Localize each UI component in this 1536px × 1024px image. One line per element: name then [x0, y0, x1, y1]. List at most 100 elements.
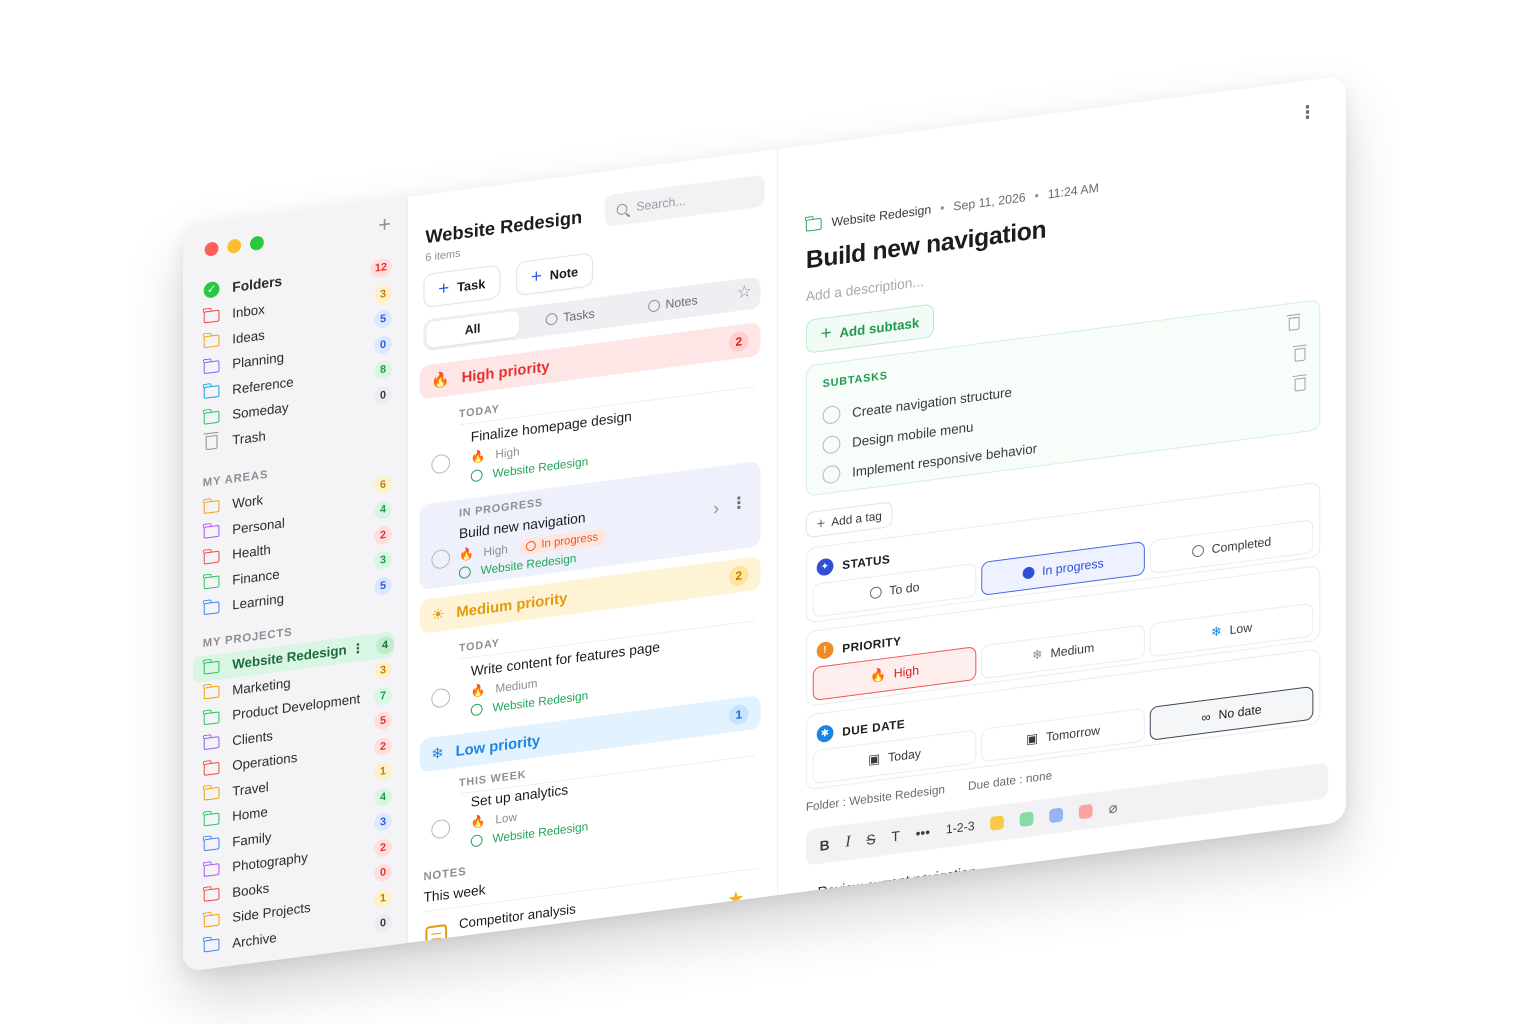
description-field[interactable]: Add a description...	[806, 273, 924, 304]
subtask-checkbox[interactable]	[822, 434, 841, 455]
tab-tasks[interactable]: Tasks	[519, 297, 622, 336]
color-swatch-green[interactable]	[1019, 811, 1034, 827]
italic-button[interactable]: I	[845, 833, 850, 852]
folder-icon	[203, 812, 220, 827]
search-input[interactable]: Search...	[604, 174, 765, 227]
color-swatch-red[interactable]	[1079, 803, 1093, 820]
status-icon: ✦	[816, 557, 834, 577]
filled-circle-icon	[1022, 566, 1035, 580]
task-checkbox[interactable]	[431, 548, 451, 570]
subtasks-heading: SUBTASKS	[822, 369, 888, 391]
group-count: 2	[728, 330, 749, 353]
folder-icon	[203, 938, 220, 953]
meta-due: Due date : none	[967, 768, 1053, 794]
sun-icon: ☀	[431, 605, 445, 625]
more-options-icon[interactable]: ⋮	[1299, 101, 1317, 124]
trash-icon[interactable]	[1288, 316, 1300, 331]
more-options-icon[interactable]: ⋮	[731, 492, 747, 514]
more-formatting-button[interactable]: •••	[916, 824, 931, 842]
priority-label: Medium	[495, 676, 538, 696]
breadcrumb-project[interactable]: Website Redesign	[831, 203, 931, 230]
color-swatch-yellow[interactable]	[990, 815, 1005, 831]
folder-icon	[203, 761, 220, 776]
notes-icon	[647, 299, 660, 313]
snowflake-icon: ❄	[1031, 646, 1043, 663]
zoom-window-button[interactable]	[250, 235, 264, 252]
option-label: No date	[1218, 702, 1262, 722]
bold-button[interactable]: B	[820, 837, 830, 854]
status-label: In progress	[541, 531, 599, 551]
favorite-star-icon[interactable]: ☆	[737, 281, 752, 303]
tab-label: Notes	[665, 293, 698, 312]
priority-label: Low	[495, 809, 518, 827]
chevron-right-icon[interactable]: ›	[713, 498, 719, 520]
trash-icon[interactable]	[1294, 347, 1306, 362]
task-checkbox[interactable]	[431, 453, 451, 475]
add-folder-icon[interactable]: +	[378, 211, 391, 238]
new-task-label: Task	[457, 275, 486, 295]
count-badge: 0	[374, 385, 392, 406]
folder-icon	[203, 359, 220, 374]
priority-label: High	[483, 542, 508, 560]
minimize-window-button[interactable]	[227, 238, 242, 254]
priority-option-low[interactable]: ❄ Low	[1149, 602, 1314, 658]
task-body[interactable]: Review current navigation Propose new st…	[818, 853, 1026, 972]
count-badge: 0	[374, 913, 392, 934]
numbered-list-button[interactable]: 1-2-3	[946, 819, 975, 837]
folder-icon	[203, 499, 220, 514]
color-swatch-blue[interactable]	[1049, 807, 1064, 824]
count-badge: 1	[374, 761, 392, 782]
folder-icon	[203, 685, 220, 700]
attachment-icon[interactable]: ⌀	[1109, 799, 1118, 817]
star-filled-icon[interactable]: ★	[727, 885, 745, 912]
subtask-checkbox[interactable]	[822, 464, 841, 485]
count-badge: 5	[374, 575, 392, 596]
flame-icon: 🔥	[470, 813, 486, 830]
body-line: Review current navigation	[817, 863, 977, 900]
folder-icon	[203, 550, 220, 565]
plus-icon: +	[438, 277, 450, 300]
trash-icon[interactable]	[1294, 376, 1306, 392]
search-icon	[616, 202, 628, 216]
new-note-button[interactable]: + Note	[516, 252, 593, 296]
status-option-completed[interactable]: Completed	[1149, 519, 1314, 575]
option-label: To do	[889, 580, 920, 598]
tab-label: Tasks	[563, 306, 595, 325]
add-tag-label: Add a tag	[831, 508, 882, 530]
circle-icon	[869, 586, 882, 600]
folder-icon	[203, 837, 220, 852]
tab-all[interactable]: All	[426, 310, 519, 349]
task-checkbox[interactable]	[431, 818, 451, 840]
folder-icon	[203, 575, 220, 590]
group-label: High priority	[461, 357, 550, 386]
projects-section: MY PROJECTS Website Redesign ⋮ 4 Marketi…	[192, 608, 394, 960]
plus-icon: +	[816, 514, 826, 533]
count-badge: 0	[374, 862, 392, 884]
add-tag-button[interactable]: + Add a tag	[805, 501, 893, 539]
tab-notes[interactable]: Notes	[621, 284, 724, 323]
text-style-button[interactable]: T	[891, 828, 899, 845]
folder-icon	[203, 410, 220, 425]
due-option-tomorrow[interactable]: ▣ Tomorrow	[981, 707, 1145, 763]
due-option-no-date[interactable]: ∞ No date	[1149, 685, 1314, 741]
new-task-button[interactable]: + Task	[423, 264, 501, 308]
status-option-in-progress[interactable]: In progress	[981, 541, 1145, 596]
priority-option-medium[interactable]: ❄ Medium	[981, 624, 1145, 680]
calendar-icon: ▣	[868, 750, 881, 768]
close-window-button[interactable]	[204, 241, 219, 257]
task-checkbox[interactable]	[431, 687, 451, 709]
option-label: Today	[888, 746, 921, 765]
count-badge: 2	[374, 837, 392, 858]
check-circle-icon: ✓	[203, 280, 220, 299]
strikethrough-button[interactable]: S	[866, 831, 875, 848]
folders-section: ✓ Folders 12 Inbox 3 Ideas 5 Planning 0	[199, 253, 392, 458]
more-options-icon[interactable]: ⋮	[352, 640, 365, 658]
tab-label: All	[464, 321, 481, 338]
option-label: Low	[1229, 620, 1253, 638]
item-list-panel: Website Redesign 6 items Search... + Tas…	[407, 148, 779, 968]
group-label: Low priority	[455, 731, 541, 760]
add-subtask-button[interactable]: + Add subtask	[805, 303, 935, 354]
project-icon	[470, 468, 483, 483]
subtask-checkbox[interactable]	[822, 404, 841, 425]
option-label: Tomorrow	[1046, 723, 1101, 745]
